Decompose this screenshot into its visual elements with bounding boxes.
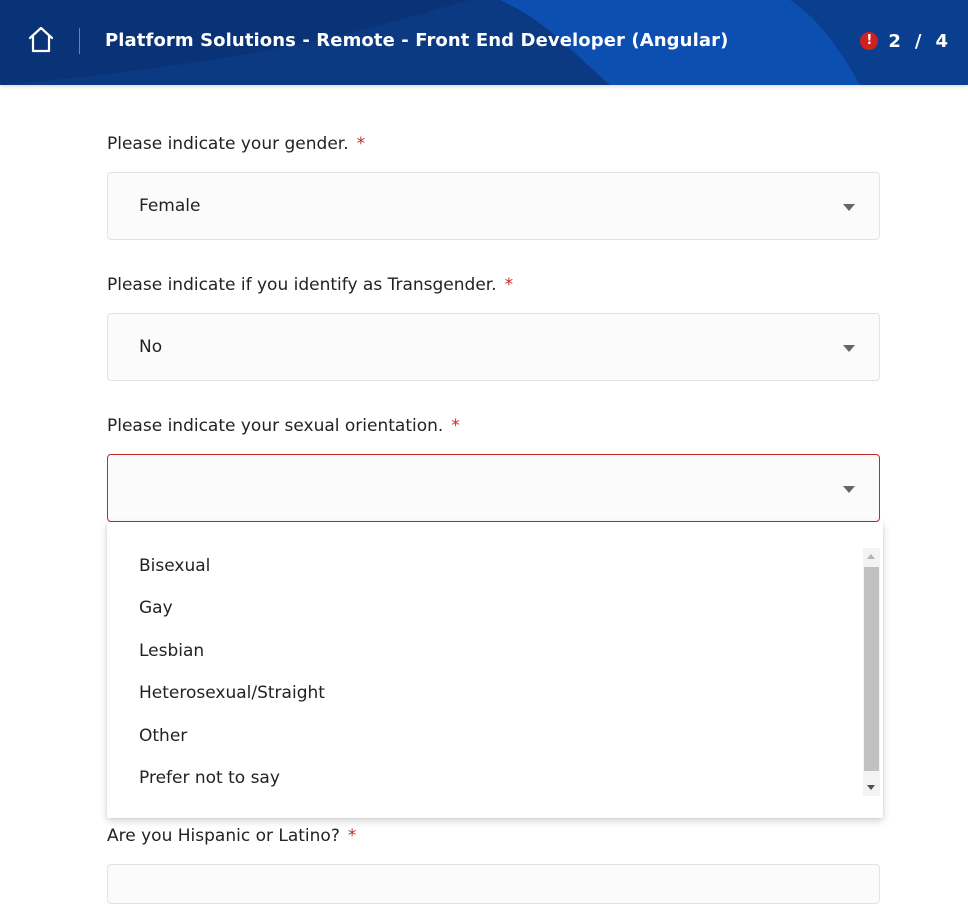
select-value: No [139, 337, 163, 357]
select-value: Female [139, 196, 201, 216]
orientation-dropdown-panel: Bisexual Gay Lesbian Heterosexual/Straig… [107, 522, 883, 818]
total-steps: 4 [935, 30, 948, 52]
transgender-question-label: Please indicate if you identify as Trans… [107, 275, 513, 295]
dropdown-option-heterosexual[interactable]: Heterosexual/Straight [139, 683, 325, 703]
gender-select[interactable]: Female [107, 172, 880, 240]
step-progress: ! 2 / 4 [860, 30, 948, 52]
gender-question-label: Please indicate your gender. * [107, 134, 365, 154]
caret-down-icon [843, 486, 855, 493]
orientation-question-label: Please indicate your sexual orientation.… [107, 416, 460, 436]
scroll-down-arrow-icon[interactable] [867, 785, 875, 790]
transgender-select[interactable]: No [107, 313, 880, 381]
required-marker: * [347, 826, 357, 846]
dropdown-scrollbar[interactable] [863, 548, 880, 796]
current-step: 2 [888, 30, 901, 52]
header-divider [79, 28, 80, 54]
question-text: Are you Hispanic or Latino? [107, 826, 340, 846]
orientation-select[interactable] [107, 454, 880, 522]
hispanic-select[interactable] [107, 864, 880, 904]
dropdown-option-lesbian[interactable]: Lesbian [139, 641, 204, 661]
step-separator: / [914, 30, 922, 52]
question-text: Please indicate your gender. [107, 134, 349, 154]
dropdown-option-gay[interactable]: Gay [139, 598, 173, 618]
dropdown-option-other[interactable]: Other [139, 726, 187, 746]
scrollbar-thumb[interactable] [864, 567, 879, 771]
question-text: Please indicate if you identify as Trans… [107, 275, 497, 295]
home-button[interactable] [26, 24, 56, 56]
caret-down-icon [843, 345, 855, 352]
home-icon [28, 26, 54, 53]
question-text: Please indicate your sexual orientation. [107, 416, 444, 436]
scroll-up-arrow-icon[interactable] [867, 554, 875, 559]
page-title: Platform Solutions - Remote - Front End … [105, 30, 729, 51]
exclamation-icon: ! [860, 32, 879, 50]
required-marker: * [504, 275, 514, 295]
dropdown-option-bisexual[interactable]: Bisexual [139, 556, 210, 576]
hispanic-question-label: Are you Hispanic or Latino? * [107, 826, 356, 846]
top-header: Platform Solutions - Remote - Front End … [0, 0, 968, 85]
dropdown-option-prefer-not[interactable]: Prefer not to say [139, 768, 280, 788]
caret-down-icon [843, 204, 855, 211]
required-marker: * [356, 134, 366, 154]
required-marker: * [451, 416, 460, 436]
